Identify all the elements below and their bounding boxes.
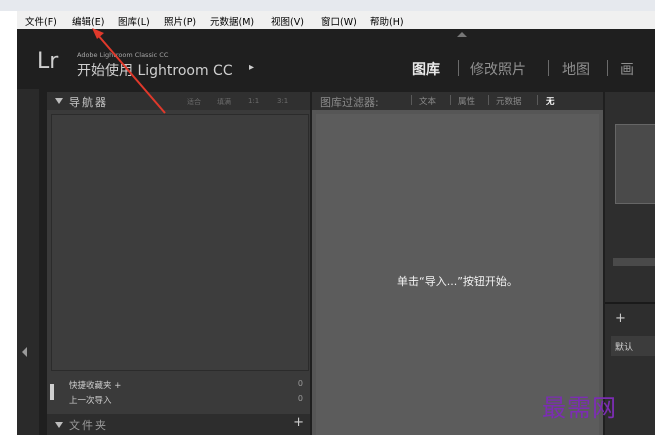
annotation-arrow [92, 28, 166, 114]
watermark: 最需网 [542, 394, 617, 422]
annotation-arrow-line [96, 33, 166, 114]
annotation-arrow-head [92, 28, 104, 39]
